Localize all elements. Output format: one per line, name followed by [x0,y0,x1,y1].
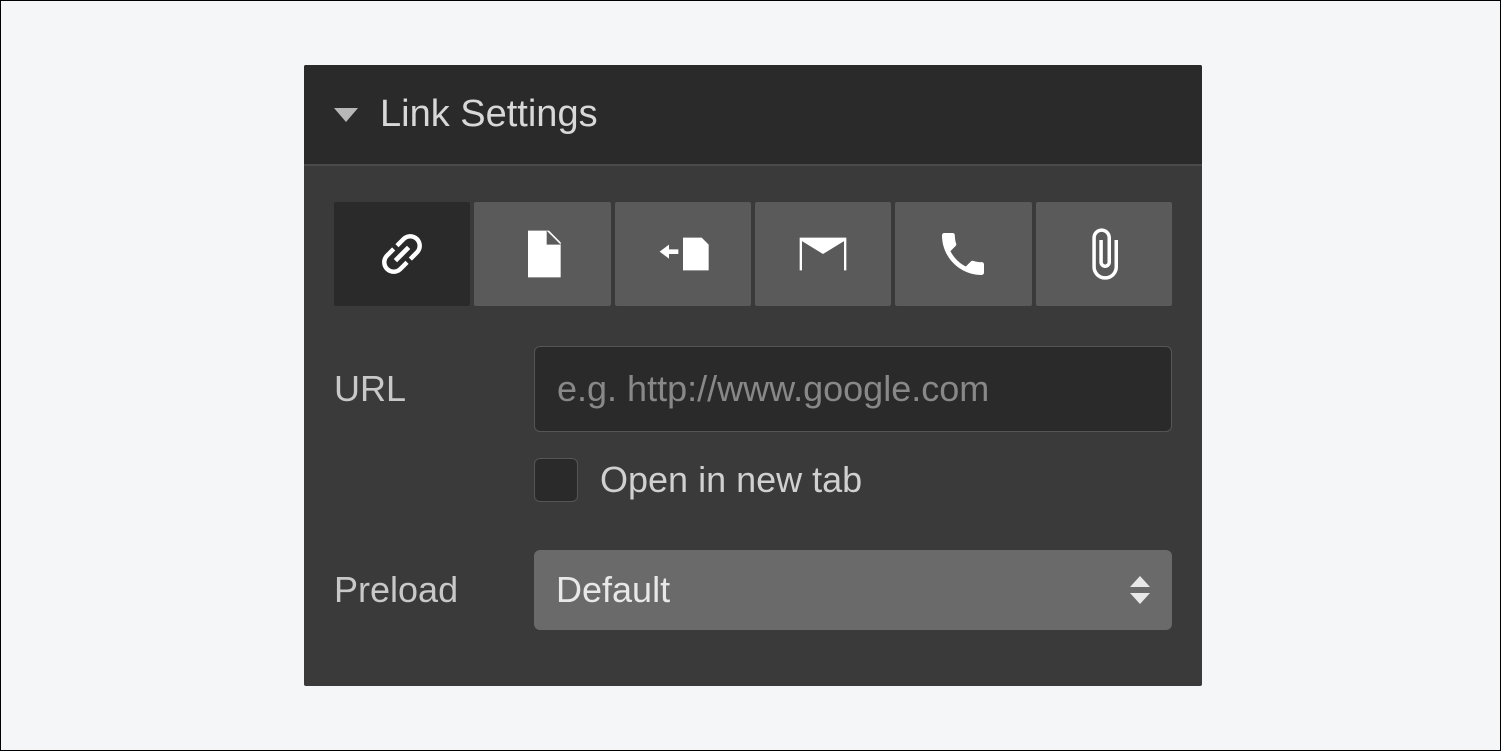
section-icon [655,226,711,282]
preload-label: Preload [334,569,534,611]
tab-page[interactable] [474,202,610,306]
new-tab-row: Open in new tab [534,458,1172,502]
tab-attachment[interactable] [1036,202,1172,306]
phone-icon [935,226,991,282]
preload-select[interactable]: Default [534,550,1172,630]
attachment-icon [1076,226,1132,282]
panel-header[interactable]: Link Settings [304,65,1202,166]
preload-select-value: Default [556,569,670,611]
new-tab-label: Open in new tab [600,459,862,501]
link-type-tabs [334,202,1172,306]
page-icon [514,226,570,282]
url-input[interactable] [534,346,1172,432]
select-stepper-icon [1130,576,1150,604]
link-settings-panel: Link Settings [304,65,1202,686]
link-icon [374,226,430,282]
panel-body: URL Open in new tab Preload Default [304,166,1202,686]
tab-url[interactable] [334,202,470,306]
collapse-toggle-icon [334,108,358,122]
tab-email[interactable] [755,202,891,306]
panel-title: Link Settings [380,93,598,136]
new-tab-checkbox[interactable] [534,458,578,502]
url-label: URL [334,368,534,410]
tab-phone[interactable] [895,202,1031,306]
tab-section[interactable] [615,202,751,306]
email-icon [795,226,851,282]
preload-row: Preload Default [334,550,1172,630]
url-row: URL [334,346,1172,432]
